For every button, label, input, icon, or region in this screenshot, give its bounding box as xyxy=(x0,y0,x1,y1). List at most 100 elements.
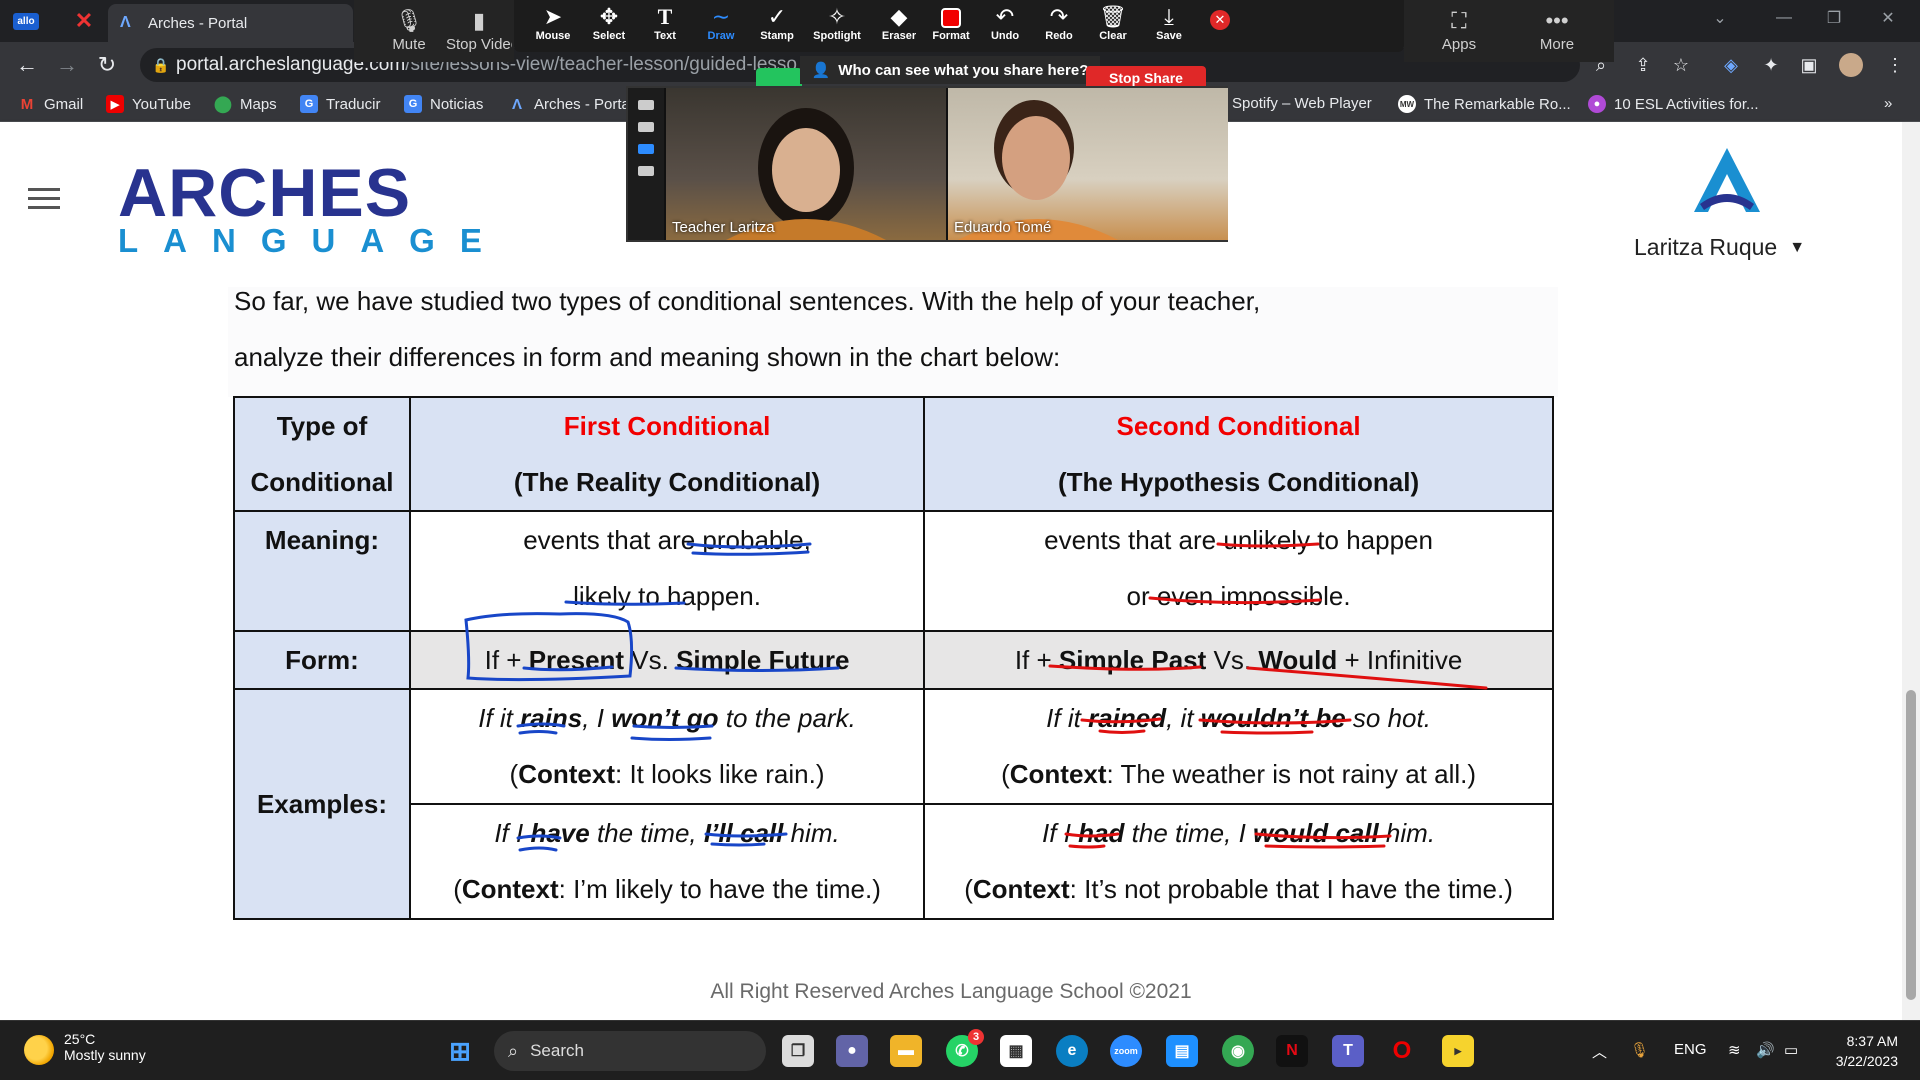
file-explorer-icon[interactable]: ▬ xyxy=(890,1035,922,1067)
tool-spotlight[interactable]: ✧ Spotlight xyxy=(804,4,870,48)
first-conditional-header: First Conditional (The Reality Condition… xyxy=(408,396,926,512)
reload-icon[interactable]: ↻ xyxy=(92,50,122,80)
apps-button[interactable]: ⛶ Apps xyxy=(1424,8,1494,53)
battery-icon[interactable]: ▭ xyxy=(1784,1041,1798,1059)
mute-label: Mute xyxy=(392,36,426,53)
tab-icon-allo[interactable]: allo xyxy=(6,6,46,36)
second-example-1-cell: If it rained, it wouldn’t be so hot. (Co… xyxy=(923,688,1554,805)
zoom-app-icon[interactable]: zoom xyxy=(1110,1035,1142,1067)
edge-icon[interactable]: e xyxy=(1056,1035,1088,1067)
hamburger-menu-icon[interactable] xyxy=(28,188,60,210)
user-menu[interactable]: Laritza Ruque ▼ xyxy=(1634,234,1805,261)
bookmark-label: 10 ESL Activities for... xyxy=(1614,95,1759,113)
close-annotation-button[interactable]: ✕ xyxy=(1200,4,1240,48)
close-window-button[interactable]: ✕ xyxy=(1860,0,1916,36)
opera-icon[interactable]: O xyxy=(1386,1035,1418,1067)
bookmark-gmail[interactable]: M Gmail xyxy=(18,95,83,113)
system-clock[interactable]: 8:37 AM 3/22/2023 xyxy=(1822,1031,1898,1071)
chevron-up-icon[interactable]: ︿ xyxy=(1592,1041,1607,1062)
bookmark-label: Gmail xyxy=(44,95,84,113)
puzzle-icon[interactable]: ✦ xyxy=(1758,52,1784,78)
chrome-icon[interactable]: ◉ xyxy=(1222,1035,1254,1067)
star-icon[interactable]: ☆ xyxy=(1668,52,1694,78)
share-icon[interactable]: ⇪ xyxy=(1630,52,1656,78)
teams-icon[interactable]: T xyxy=(1332,1035,1364,1067)
type-header-2: Conditional xyxy=(250,467,394,497)
video-panel-controls[interactable] xyxy=(628,88,664,240)
page-scrollbar[interactable] xyxy=(1902,122,1920,1020)
calendar-app-icon[interactable]: ▤ xyxy=(1166,1035,1198,1067)
tab-arches-portal[interactable]: Λ Arches - Portal xyxy=(108,4,353,42)
whatsapp-icon[interactable]: ✆ 3 xyxy=(946,1029,984,1067)
share-visibility-prompt[interactable]: 👤 Who can see what you share here? xyxy=(800,56,1100,84)
type-header-1: Type of xyxy=(276,411,368,441)
video-tile-teacher[interactable]: Teacher Laritza xyxy=(666,88,946,240)
bookmark-noticias[interactable]: G Noticias xyxy=(404,95,483,113)
tool-stamp[interactable]: ✓ Stamp xyxy=(744,4,810,48)
input-language[interactable]: ENG xyxy=(1674,1041,1707,1058)
text-run: : I’m likely to have the time.) xyxy=(558,874,881,904)
checkmark-icon: ✓ xyxy=(767,4,787,29)
mute-button[interactable]: 🎙 Mute xyxy=(374,8,444,53)
minimize-button[interactable]: — xyxy=(1756,0,1812,36)
maximize-button[interactable]: ❐ xyxy=(1806,0,1862,36)
form-if: If + xyxy=(484,645,529,675)
scrollbar-thumb[interactable] xyxy=(1906,690,1916,1000)
microphone-icon[interactable]: 🎙 xyxy=(1630,1041,1649,1059)
tab-title: Arches - Portal xyxy=(148,14,248,32)
sidepanel-icon[interactable]: ▣ xyxy=(1796,52,1822,78)
volume-icon[interactable]: 🔊 xyxy=(1756,1041,1775,1059)
form-row: Form: If + Present Vs. Simple Future If … xyxy=(233,630,1554,690)
bookmark-maps[interactable]: ⬤ Maps xyxy=(214,95,277,114)
spotlight-icon: ✧ xyxy=(827,4,847,29)
meaning-label: Meaning: xyxy=(233,510,411,632)
video-tile-student[interactable]: Eduardo Tomé xyxy=(948,88,1228,240)
weather-widget[interactable]: 25°C Mostly sunny xyxy=(24,1031,146,1065)
bookmark-arches[interactable]: Λ Arches - Porta xyxy=(508,95,630,113)
logo-title[interactable]: ARCHES xyxy=(118,154,411,232)
bookmark-remarkable[interactable]: MW The Remarkable Ro... xyxy=(1398,95,1571,113)
taskbar-search[interactable]: ⌕ Search xyxy=(494,1031,766,1071)
x-icon: ✕ xyxy=(74,8,94,33)
bookmark-traducir[interactable]: G Traducir xyxy=(300,95,380,113)
bookmarks-overflow[interactable]: » xyxy=(1884,95,1892,112)
zoom-right-controls: ⛶ Apps ••• More xyxy=(1404,0,1614,62)
tab-icon-close-red[interactable]: ✕ xyxy=(64,6,104,36)
apps-label: Apps xyxy=(1441,36,1477,53)
task-view-icon[interactable]: ❐ xyxy=(782,1035,814,1067)
search-icon: ⌕ xyxy=(508,1040,519,1061)
examples-row-2: If I have the time, I’ll call him. (Cont… xyxy=(234,803,1554,920)
chat-icon[interactable]: ● xyxy=(836,1035,868,1067)
bookmark-youtube[interactable]: ▶ YouTube xyxy=(106,95,191,113)
player-icon[interactable]: ▶ xyxy=(1442,1035,1474,1067)
conditionals-table: Type of Conditional First Conditional (T… xyxy=(233,396,1554,920)
mw-icon: MW xyxy=(1398,95,1416,113)
bookmark-spotify[interactable]: Spotify – Web Player xyxy=(1232,95,1372,112)
extension-icon[interactable]: ◈ xyxy=(1718,52,1744,78)
stop-video-button[interactable]: ▮ Stop Video xyxy=(446,8,512,53)
wifi-icon[interactable]: ≋ xyxy=(1728,1041,1741,1059)
forward-icon[interactable]: → xyxy=(52,50,82,80)
back-icon[interactable]: ← xyxy=(12,50,42,80)
windows-start-icon[interactable]: ⊞ xyxy=(444,1035,476,1067)
tool-label: Stamp xyxy=(760,30,794,42)
type-header-cell: Type of Conditional xyxy=(233,396,411,512)
second-example-2-cell: If I had the time, I would call him. (Co… xyxy=(923,803,1554,920)
text-run: : It looks like rain.) xyxy=(615,759,825,789)
more-button[interactable]: ••• More xyxy=(1522,8,1592,53)
first-example-2-sentence: If I have the time, I’ll call him. xyxy=(417,805,917,861)
text-run: ( xyxy=(1001,759,1010,789)
kebab-menu-icon[interactable]: ⋮ xyxy=(1882,52,1908,78)
stop-video-label: Stop Video xyxy=(446,36,512,53)
first-form-cell: If + Present Vs. Simple Future xyxy=(408,630,926,690)
bookmark-esl[interactable]: ● 10 ESL Activities for... xyxy=(1588,95,1759,113)
profile-avatar[interactable] xyxy=(1838,52,1864,78)
first-example-1-sentence: If it rains, I won’t go to the park. xyxy=(417,690,917,746)
chevron-down-icon[interactable]: ⌄ xyxy=(1692,0,1748,36)
video-thumbnails-panel[interactable]: Teacher Laritza Eduardo Tomé xyxy=(626,86,1228,242)
store-icon[interactable]: ▦ xyxy=(1000,1035,1032,1067)
tool-save[interactable]: ⤓ Save xyxy=(1136,4,1202,48)
netflix-icon[interactable]: N xyxy=(1276,1035,1308,1067)
bookmark-label: Maps xyxy=(240,95,277,113)
form-simple-future: Simple Future xyxy=(676,645,850,675)
